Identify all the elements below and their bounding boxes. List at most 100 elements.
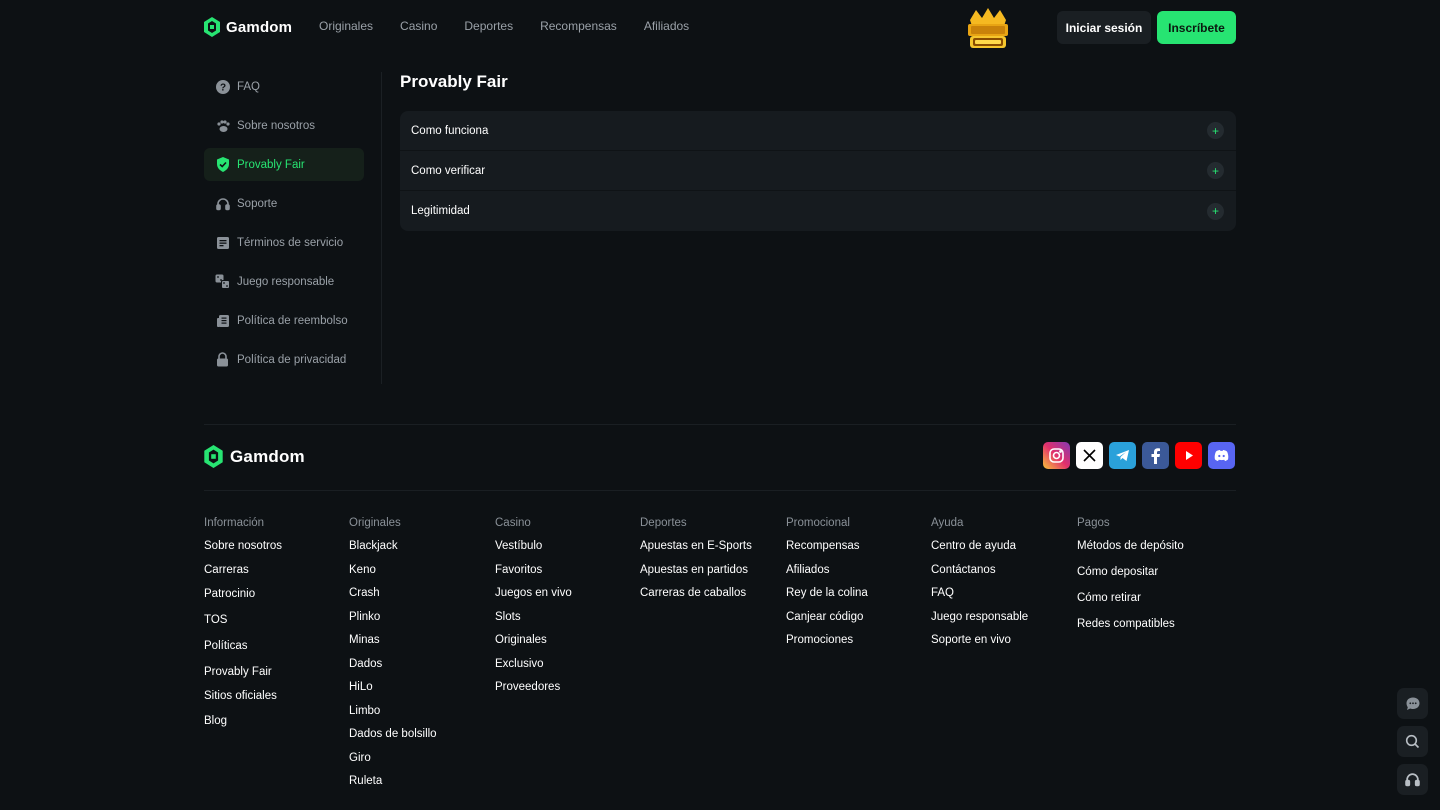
- footer-link[interactable]: Cómo depositar: [1077, 566, 1184, 578]
- footer-link[interactable]: Juego responsable: [931, 611, 1028, 623]
- youtube-icon[interactable]: [1175, 442, 1202, 469]
- footer-link[interactable]: Vestíbulo: [495, 540, 572, 552]
- footer-link[interactable]: Afiliados: [786, 564, 868, 576]
- footer-link[interactable]: Centro de ayuda: [931, 540, 1028, 552]
- footer-col-informacion: Información Sobre nosotros Carreras Patr…: [204, 517, 282, 727]
- x-icon[interactable]: [1076, 442, 1103, 469]
- telegram-icon[interactable]: [1109, 442, 1136, 469]
- sidebar-item-label: Política de privacidad: [237, 353, 347, 366]
- accordion-item-legitimidad[interactable]: Legitimidad +: [400, 191, 1236, 231]
- footer-link[interactable]: TOS: [204, 614, 282, 626]
- footer-link[interactable]: Métodos de depósito: [1077, 540, 1184, 552]
- footer-link[interactable]: Carreras: [204, 564, 282, 576]
- footer-link[interactable]: Plinko: [349, 611, 437, 623]
- nav-casino[interactable]: Casino: [400, 19, 437, 33]
- footer-link[interactable]: Juegos en vivo: [495, 587, 572, 599]
- instagram-icon[interactable]: [1043, 442, 1070, 469]
- sidebar-item-label: Juego responsable: [237, 275, 335, 288]
- accordion-item-como-verificar[interactable]: Como verificar +: [400, 151, 1236, 191]
- sidebar-item-reembolso[interactable]: Política de reembolso: [204, 304, 364, 337]
- footer-link[interactable]: Políticas: [204, 640, 282, 652]
- chat-button[interactable]: [1397, 688, 1428, 719]
- sidebar-item-soporte[interactable]: Soporte: [204, 187, 364, 220]
- footer-link[interactable]: Cómo retirar: [1077, 592, 1184, 604]
- footer-link[interactable]: Redes compatibles: [1077, 618, 1184, 630]
- sidebar-item-faq[interactable]: ? FAQ: [204, 70, 364, 103]
- footer-link[interactable]: Sobre nosotros: [204, 540, 282, 552]
- login-button[interactable]: Iniciar sesión: [1057, 11, 1151, 44]
- social-links: [1043, 442, 1235, 469]
- footer-link[interactable]: Dados de bolsillo: [349, 728, 437, 740]
- footer-link[interactable]: Blackjack: [349, 540, 437, 552]
- chat-icon: [1406, 697, 1419, 710]
- sidebar-item-label: Soporte: [237, 197, 278, 210]
- footer-col-title: Promocional: [786, 517, 850, 529]
- facebook-icon[interactable]: [1142, 442, 1169, 469]
- footer-link[interactable]: Patrocinio: [204, 588, 282, 600]
- sidebar-divider: [381, 72, 382, 384]
- footer-link[interactable]: Crash: [349, 587, 437, 599]
- accordion-item-como-funciona[interactable]: Como funciona +: [400, 111, 1236, 151]
- plus-icon[interactable]: +: [1207, 122, 1224, 139]
- footer-col-title: Casino: [495, 517, 531, 529]
- footer-col-promocional: Promocional Recompensas Afiliados Rey de…: [786, 517, 868, 646]
- footer-link[interactable]: Apuestas en E-Sports: [640, 540, 752, 552]
- nav-recompensas[interactable]: Recompensas: [540, 19, 617, 33]
- receipt-icon: [215, 313, 230, 328]
- sidebar-item-privacidad[interactable]: Política de privacidad: [204, 343, 364, 376]
- footer-link[interactable]: Slots: [495, 611, 572, 623]
- king-of-the-hill-banner[interactable]: [964, 6, 1012, 52]
- footer-link[interactable]: Apuestas en partidos: [640, 564, 752, 576]
- footer-link[interactable]: Blog: [204, 715, 282, 727]
- footer-link[interactable]: HiLo: [349, 681, 437, 693]
- support-button[interactable]: [1397, 764, 1428, 795]
- footer-link[interactable]: Originales: [495, 634, 572, 646]
- plus-icon[interactable]: +: [1207, 162, 1224, 179]
- footer-link[interactable]: Favoritos: [495, 564, 572, 576]
- footer-link[interactable]: Minas: [349, 634, 437, 646]
- faq-accordion: Como funciona + Como verificar + Legitim…: [400, 111, 1236, 231]
- lock-icon: [215, 352, 230, 367]
- footer-brand-logo[interactable]: Gamdom: [204, 445, 305, 468]
- footer-link[interactable]: Proveedores: [495, 681, 572, 693]
- footer-col-title: Ayuda: [931, 517, 964, 529]
- nav-afiliados[interactable]: Afiliados: [644, 19, 689, 33]
- footer-link[interactable]: Giro: [349, 752, 437, 764]
- footer-link[interactable]: Contáctanos: [931, 564, 1028, 576]
- footer-link[interactable]: Recompensas: [786, 540, 868, 552]
- footer-link[interactable]: Rey de la colina: [786, 587, 868, 599]
- discord-icon[interactable]: [1208, 442, 1235, 469]
- sidebar-item-provably-fair[interactable]: Provably Fair: [204, 148, 364, 181]
- footer-col-title: Originales: [349, 517, 401, 529]
- footer-link[interactable]: Limbo: [349, 705, 437, 717]
- footer-link[interactable]: Provably Fair: [204, 666, 282, 678]
- nav-deportes[interactable]: Deportes: [464, 19, 513, 33]
- footer-link[interactable]: Keno: [349, 564, 437, 576]
- footer-link[interactable]: Canjear código: [786, 611, 868, 623]
- signup-button[interactable]: Inscríbete: [1157, 11, 1236, 44]
- footer-link[interactable]: Exclusivo: [495, 658, 572, 670]
- footer-link[interactable]: Carreras de caballos: [640, 587, 752, 599]
- footer-link[interactable]: Sitios oficiales: [204, 690, 282, 702]
- sidebar-item-label: Política de reembolso: [237, 314, 348, 327]
- footer-link[interactable]: Soporte en vivo: [931, 634, 1028, 646]
- accordion-item-label: Como funciona: [411, 124, 489, 137]
- footer-col-title: Pagos: [1077, 517, 1110, 529]
- brand-logo[interactable]: Gamdom: [204, 17, 292, 37]
- nav-originales[interactable]: Originales: [319, 19, 373, 33]
- footer-link[interactable]: Dados: [349, 658, 437, 670]
- brand-name: Gamdom: [226, 18, 293, 36]
- footer-link[interactable]: Ruleta: [349, 775, 437, 787]
- paw-icon: [215, 118, 230, 133]
- sidebar-item-terminos[interactable]: Términos de servicio: [204, 226, 364, 259]
- dice-icon: [215, 274, 230, 289]
- sidebar-item-label: Términos de servicio: [237, 236, 344, 249]
- sidebar-item-juego-responsable[interactable]: Juego responsable: [204, 265, 364, 298]
- footer-link[interactable]: Promociones: [786, 634, 868, 646]
- plus-icon[interactable]: +: [1207, 202, 1224, 220]
- search-button[interactable]: [1397, 726, 1428, 757]
- footer-link[interactable]: FAQ: [931, 587, 1028, 599]
- sidebar-item-sobre-nosotros[interactable]: Sobre nosotros: [204, 109, 364, 142]
- page-title: Provably Fair: [400, 72, 508, 91]
- search-icon: [1405, 734, 1420, 749]
